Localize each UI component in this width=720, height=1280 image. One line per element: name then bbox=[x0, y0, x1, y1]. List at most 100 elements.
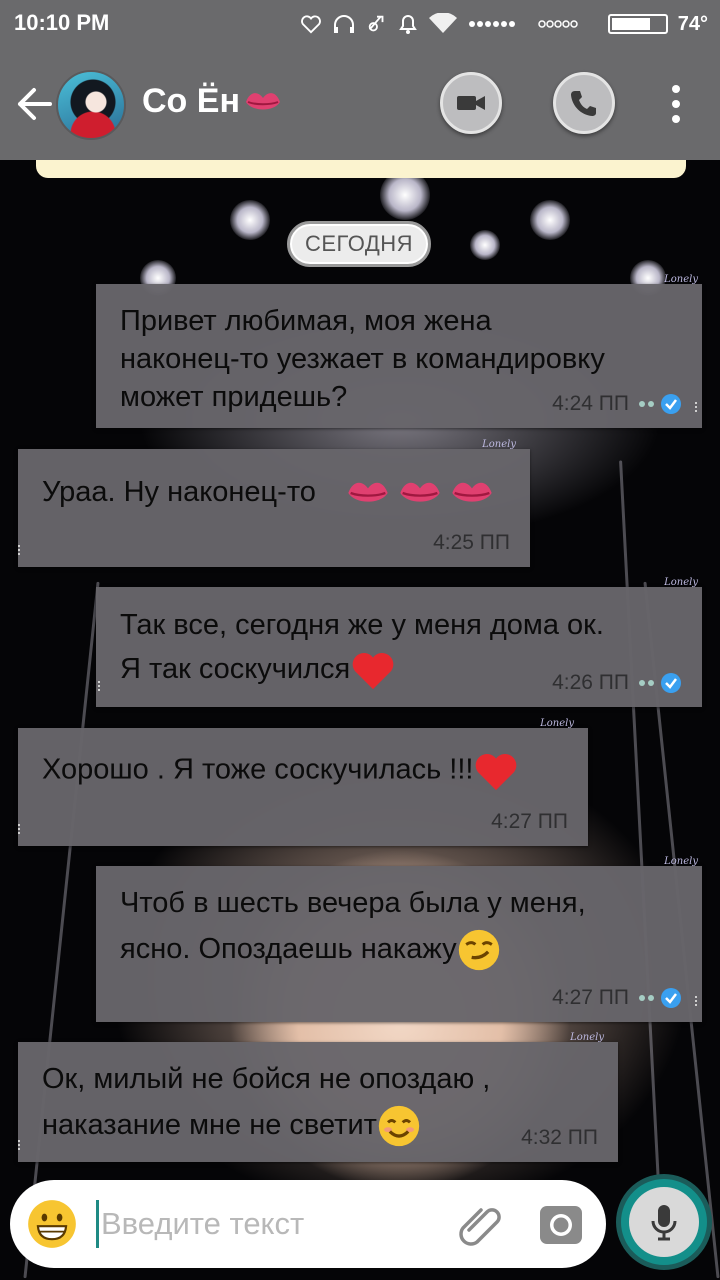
message-line: Ураа. Ну наконец-то bbox=[42, 476, 316, 508]
sticker-tag: Lonely bbox=[482, 439, 516, 450]
message-bubble-incoming[interactable]: Lonely Хорошо . Я тоже соскучилась !!! 4… bbox=[18, 718, 588, 846]
message-time: 4:27 ПП bbox=[552, 986, 629, 1009]
message-bubble-incoming[interactable]: Lonely Ураа. Ну наконец-то 4:25 ПП bbox=[18, 439, 530, 567]
message-bubble-incoming[interactable]: Lonely Ок, милый не бойся не опоздаю , н… bbox=[18, 1032, 618, 1162]
status-bar: 10:10 PM 74° bbox=[0, 0, 720, 48]
attach-button[interactable] bbox=[455, 1200, 509, 1250]
message-bubble-outgoing[interactable]: Lonely Так все, сегодня же у меня дома о… bbox=[96, 577, 702, 707]
message-time: 4:26 ПП bbox=[552, 671, 629, 694]
status-time: 10:10 PM bbox=[14, 10, 110, 35]
message-line: Ок, милый не бойся не опоздаю , bbox=[42, 1063, 491, 1095]
sticker-tag: Lonely bbox=[664, 274, 698, 285]
message-line: Хорошо . Я тоже соскучилась !!! bbox=[42, 753, 474, 786]
read-check-icon bbox=[661, 673, 681, 693]
message-line: ясно. Опоздаешь накажу bbox=[120, 933, 457, 965]
read-check-icon bbox=[661, 394, 681, 414]
more-options-button[interactable] bbox=[660, 78, 692, 130]
video-call-button[interactable] bbox=[440, 72, 502, 134]
message-text: Так все, сегодня же у меня дома ок. Я та… bbox=[120, 603, 604, 691]
chat-header: Со Ён bbox=[0, 48, 720, 160]
status-icons: 74° bbox=[300, 8, 708, 40]
message-meta: 4:26 ПП bbox=[552, 671, 682, 695]
wifi-icon bbox=[428, 13, 457, 33]
menu-dot bbox=[672, 85, 680, 93]
date-separator: СЕГОДНЯ bbox=[287, 221, 431, 267]
camera-icon bbox=[540, 1206, 582, 1244]
avatar[interactable] bbox=[56, 70, 126, 140]
message-meta: 4:27 ПП bbox=[491, 810, 568, 834]
message-line: наказание мне не светит bbox=[42, 1109, 377, 1141]
smiling-face-emoji bbox=[378, 1106, 420, 1147]
bubble-edge-mark bbox=[18, 1140, 23, 1150]
bubble-edge-mark bbox=[98, 681, 103, 691]
bubble-edge-mark bbox=[18, 824, 23, 834]
arrow-left-icon bbox=[18, 88, 52, 120]
menu-dot bbox=[672, 100, 680, 108]
message-meta: 4:32 ПП bbox=[521, 1126, 598, 1150]
kiss-mark-emoji bbox=[348, 483, 388, 503]
grinning-face-icon bbox=[28, 1200, 76, 1248]
contact-name-text: Со Ён bbox=[142, 82, 241, 120]
back-button[interactable] bbox=[12, 82, 56, 126]
menu-dot bbox=[672, 115, 680, 123]
bubble-edge-mark bbox=[18, 545, 23, 555]
wallpaper-jewel bbox=[470, 230, 500, 260]
message-text: Ураа. Ну наконец-то bbox=[42, 473, 494, 511]
sync-icon bbox=[368, 15, 384, 32]
red-heart-emoji bbox=[476, 754, 517, 791]
microphone-icon bbox=[651, 1205, 677, 1241]
voice-call-button[interactable] bbox=[553, 72, 615, 134]
emoji-button[interactable] bbox=[26, 1198, 78, 1250]
battery-fill bbox=[611, 18, 650, 30]
message-time: 4:32 ПП bbox=[521, 1126, 598, 1149]
message-text: Ок, милый не бойся не опоздаю , наказани… bbox=[42, 1056, 490, 1148]
battery-level: 74° bbox=[677, 12, 708, 35]
wallpaper-hair bbox=[23, 581, 100, 1279]
message-input[interactable] bbox=[96, 1200, 426, 1248]
bubble-edge-mark bbox=[695, 996, 700, 1006]
message-line: Привет любимая, моя жена bbox=[120, 305, 492, 337]
message-line: может придешь? bbox=[120, 381, 348, 413]
message-meta: 4:27 ПП bbox=[552, 986, 682, 1010]
video-camera-icon bbox=[457, 96, 485, 110]
kiss-mark-icon bbox=[246, 92, 281, 109]
heart-outline-icon bbox=[300, 15, 321, 34]
message-line-with-emoji: Я так соскучился bbox=[120, 647, 604, 691]
kiss-mark-emoji bbox=[400, 483, 440, 503]
message-text: Чтоб в шесть вечера была у меня, ясно. О… bbox=[120, 880, 586, 972]
paperclip-icon bbox=[459, 1208, 501, 1246]
message-line: Чтоб в шесть вечера была у меня, bbox=[120, 887, 586, 919]
signal-icon-2 bbox=[538, 20, 578, 28]
delivery-dots bbox=[639, 995, 654, 1001]
bubble-edge-mark bbox=[695, 402, 700, 412]
kiss-mark-emoji bbox=[452, 483, 492, 503]
wallpaper-jewel bbox=[530, 200, 570, 240]
voice-record-button[interactable] bbox=[616, 1174, 712, 1270]
message-line-with-emoji: наказание мне не светит bbox=[42, 1102, 490, 1148]
message-line: Я так соскучился bbox=[120, 653, 351, 685]
message-line-with-emoji: ясно. Опоздаешь накажу bbox=[120, 926, 586, 972]
message-text: Привет любимая, моя жена наконец-то уезж… bbox=[120, 302, 605, 416]
message-bubble-outgoing[interactable]: Lonely Привет любимая, моя жена наконец-… bbox=[96, 274, 702, 428]
phone-icon bbox=[571, 91, 596, 116]
delivery-dots bbox=[639, 401, 654, 407]
wallpaper-hair bbox=[619, 460, 664, 1260]
bell-icon bbox=[398, 15, 417, 34]
camera-button[interactable] bbox=[538, 1202, 584, 1248]
battery-icon bbox=[607, 14, 668, 34]
message-text: Хорошо . Я тоже соскучилась !!! bbox=[42, 750, 519, 792]
read-check-icon bbox=[661, 988, 681, 1008]
sticker-tag: Lonely bbox=[540, 718, 574, 729]
signal-icon bbox=[468, 21, 515, 27]
message-bubble-outgoing[interactable]: Lonely Чтоб в шесть вечера была у меня, … bbox=[96, 856, 702, 1022]
message-line: Так все, сегодня же у меня дома ок. bbox=[120, 609, 604, 641]
wallpaper-jewel bbox=[230, 200, 270, 240]
sticker-tag: Lonely bbox=[664, 577, 698, 588]
headphones-icon bbox=[333, 15, 354, 33]
pinned-banner-edge bbox=[36, 160, 686, 178]
contact-name[interactable]: Со Ён bbox=[142, 82, 282, 121]
message-meta: 4:24 ПП bbox=[552, 392, 682, 416]
sticker-tag: Lonely bbox=[570, 1032, 604, 1043]
red-heart-emoji bbox=[352, 653, 394, 690]
message-meta: 4:25 ПП bbox=[433, 531, 510, 555]
